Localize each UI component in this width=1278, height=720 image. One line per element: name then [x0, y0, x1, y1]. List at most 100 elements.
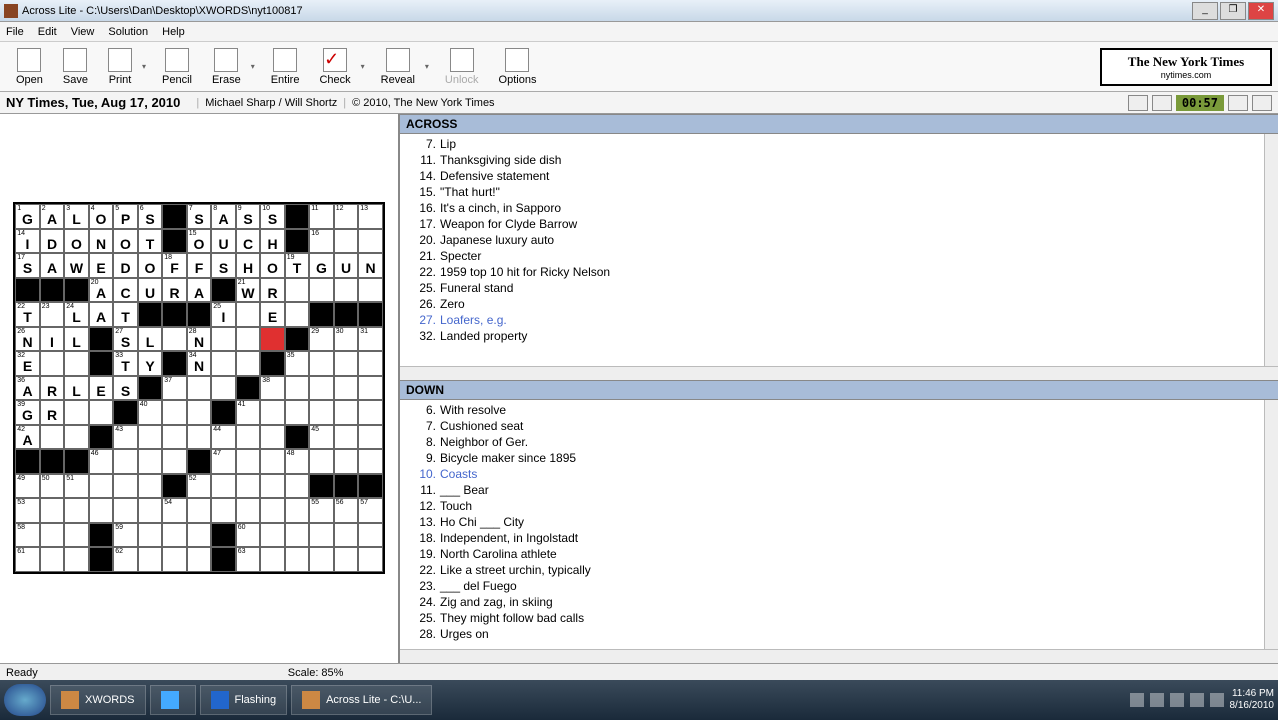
grid-cell[interactable]	[236, 449, 261, 474]
grid-cell[interactable]: 38	[260, 376, 285, 401]
grid-cell[interactable]: 8A	[211, 204, 236, 229]
grid-cell[interactable]: O	[64, 229, 89, 254]
grid-cell[interactable]	[334, 523, 359, 548]
menu-help[interactable]: Help	[162, 26, 185, 38]
system-tray[interactable]: 11:46 PM 8/16/2010	[1130, 688, 1275, 712]
grid-cell[interactable]: 11	[309, 204, 334, 229]
grid-cell[interactable]	[64, 547, 89, 572]
grid-cell[interactable]: Y	[138, 351, 163, 376]
clue-item[interactable]: 11.___ Bear	[400, 482, 1278, 498]
grid-cell[interactable]	[358, 278, 383, 303]
grid-cell[interactable]: 23	[40, 302, 65, 327]
clue-item[interactable]: 27.Loafers, e.g.	[400, 312, 1278, 328]
grid-cell[interactable]: 49	[15, 474, 40, 499]
menu-view[interactable]: View	[71, 26, 95, 38]
grid-cell[interactable]: 24L	[64, 302, 89, 327]
check-dropdown[interactable]: ▾	[361, 47, 371, 87]
scrollbar-vertical[interactable]	[1264, 134, 1278, 366]
grid-cell[interactable]	[309, 376, 334, 401]
grid-cell[interactable]	[138, 547, 163, 572]
grid-cell[interactable]: L	[138, 327, 163, 352]
tray-icon[interactable]	[1150, 693, 1164, 707]
grid-cell[interactable]: 32E	[15, 351, 40, 376]
pencil-button[interactable]: Pencil	[152, 46, 202, 88]
grid-cell[interactable]: R	[260, 278, 285, 303]
grid-cell[interactable]: 13	[358, 204, 383, 229]
grid-cell[interactable]: 43	[113, 425, 138, 450]
grid-cell[interactable]: 28N	[187, 327, 212, 352]
grid-cell[interactable]: 48	[285, 449, 310, 474]
grid-cell[interactable]: 62	[113, 547, 138, 572]
grid-cell[interactable]	[334, 425, 359, 450]
grid-cell[interactable]	[285, 400, 310, 425]
grid-cell[interactable]: 5P	[113, 204, 138, 229]
grid-cell[interactable]: T	[138, 229, 163, 254]
taskbar-item[interactable]: Flashing	[200, 685, 288, 715]
grid-cell[interactable]	[285, 278, 310, 303]
clue-item[interactable]: 14.Defensive statement	[400, 168, 1278, 184]
grid-cell[interactable]: 52	[187, 474, 212, 499]
grid-cell[interactable]	[211, 474, 236, 499]
grid-cell[interactable]: 7S	[187, 204, 212, 229]
grid-cell[interactable]	[211, 351, 236, 376]
grid-cell[interactable]: R	[162, 278, 187, 303]
grid-cell[interactable]: 59	[113, 523, 138, 548]
grid-cell[interactable]: A	[187, 278, 212, 303]
menu-file[interactable]: File	[6, 26, 24, 38]
clue-item[interactable]: 32.Landed property	[400, 328, 1278, 344]
save-button[interactable]: Save	[53, 46, 98, 88]
stats-icon[interactable]	[1252, 95, 1272, 111]
grid-cell[interactable]: 63	[236, 547, 261, 572]
grid-cell[interactable]: T	[113, 302, 138, 327]
taskbar-item[interactable]: XWORDS	[50, 685, 146, 715]
grid-cell[interactable]	[358, 547, 383, 572]
grid-cell[interactable]	[187, 376, 212, 401]
grid-cell[interactable]	[334, 278, 359, 303]
grid-cell[interactable]: S	[211, 253, 236, 278]
grid-cell[interactable]	[187, 523, 212, 548]
grid-cell[interactable]	[64, 351, 89, 376]
grid-cell[interactable]: E	[89, 253, 114, 278]
grid-cell[interactable]: 55	[309, 498, 334, 523]
scrollbar-horizontal[interactable]	[400, 649, 1278, 663]
grid-cell[interactable]	[334, 351, 359, 376]
tray-icon[interactable]	[1170, 693, 1184, 707]
clue-item[interactable]: 24.Zig and zag, in skiing	[400, 594, 1278, 610]
clue-item[interactable]: 23.___ del Fuego	[400, 578, 1278, 594]
grid-cell[interactable]	[162, 425, 187, 450]
grid-cell[interactable]	[309, 523, 334, 548]
grid-cell[interactable]: 26N	[15, 327, 40, 352]
grid-cell[interactable]: R	[40, 376, 65, 401]
grid-cell[interactable]: 2A	[40, 204, 65, 229]
grid-cell[interactable]: 50	[40, 474, 65, 499]
grid-cell[interactable]: 18F	[162, 253, 187, 278]
options-button[interactable]: Options	[489, 46, 547, 88]
clue-item[interactable]: 6.With resolve	[400, 402, 1278, 418]
clue-item[interactable]: 9.Bicycle maker since 1895	[400, 450, 1278, 466]
grid-cell[interactable]	[260, 498, 285, 523]
clue-item[interactable]: 20.Japanese luxury auto	[400, 232, 1278, 248]
grid-cell[interactable]	[260, 327, 285, 352]
grid-cell[interactable]	[309, 449, 334, 474]
grid-cell[interactable]: 36A	[15, 376, 40, 401]
reveal-button[interactable]: Reveal	[371, 46, 425, 88]
grid-cell[interactable]: 33T	[113, 351, 138, 376]
grid-cell[interactable]: 12	[334, 204, 359, 229]
grid-cell[interactable]	[285, 474, 310, 499]
grid-cell[interactable]: N	[358, 253, 383, 278]
grid-cell[interactable]	[236, 498, 261, 523]
grid-cell[interactable]	[260, 547, 285, 572]
reveal-dropdown[interactable]: ▾	[425, 47, 435, 87]
grid-cell[interactable]: 29	[309, 327, 334, 352]
grid-cell[interactable]	[40, 498, 65, 523]
clue-item[interactable]: 17.Weapon for Clyde Barrow	[400, 216, 1278, 232]
volume-icon[interactable]	[1190, 693, 1204, 707]
network-icon[interactable]	[1210, 693, 1224, 707]
grid-cell[interactable]: 60	[236, 523, 261, 548]
grid-cell[interactable]: 39G	[15, 400, 40, 425]
grid-cell[interactable]	[187, 547, 212, 572]
taskbar-item[interactable]	[150, 685, 196, 715]
clue-item[interactable]: 12.Touch	[400, 498, 1278, 514]
grid-cell[interactable]	[64, 498, 89, 523]
grid-cell[interactable]	[187, 400, 212, 425]
